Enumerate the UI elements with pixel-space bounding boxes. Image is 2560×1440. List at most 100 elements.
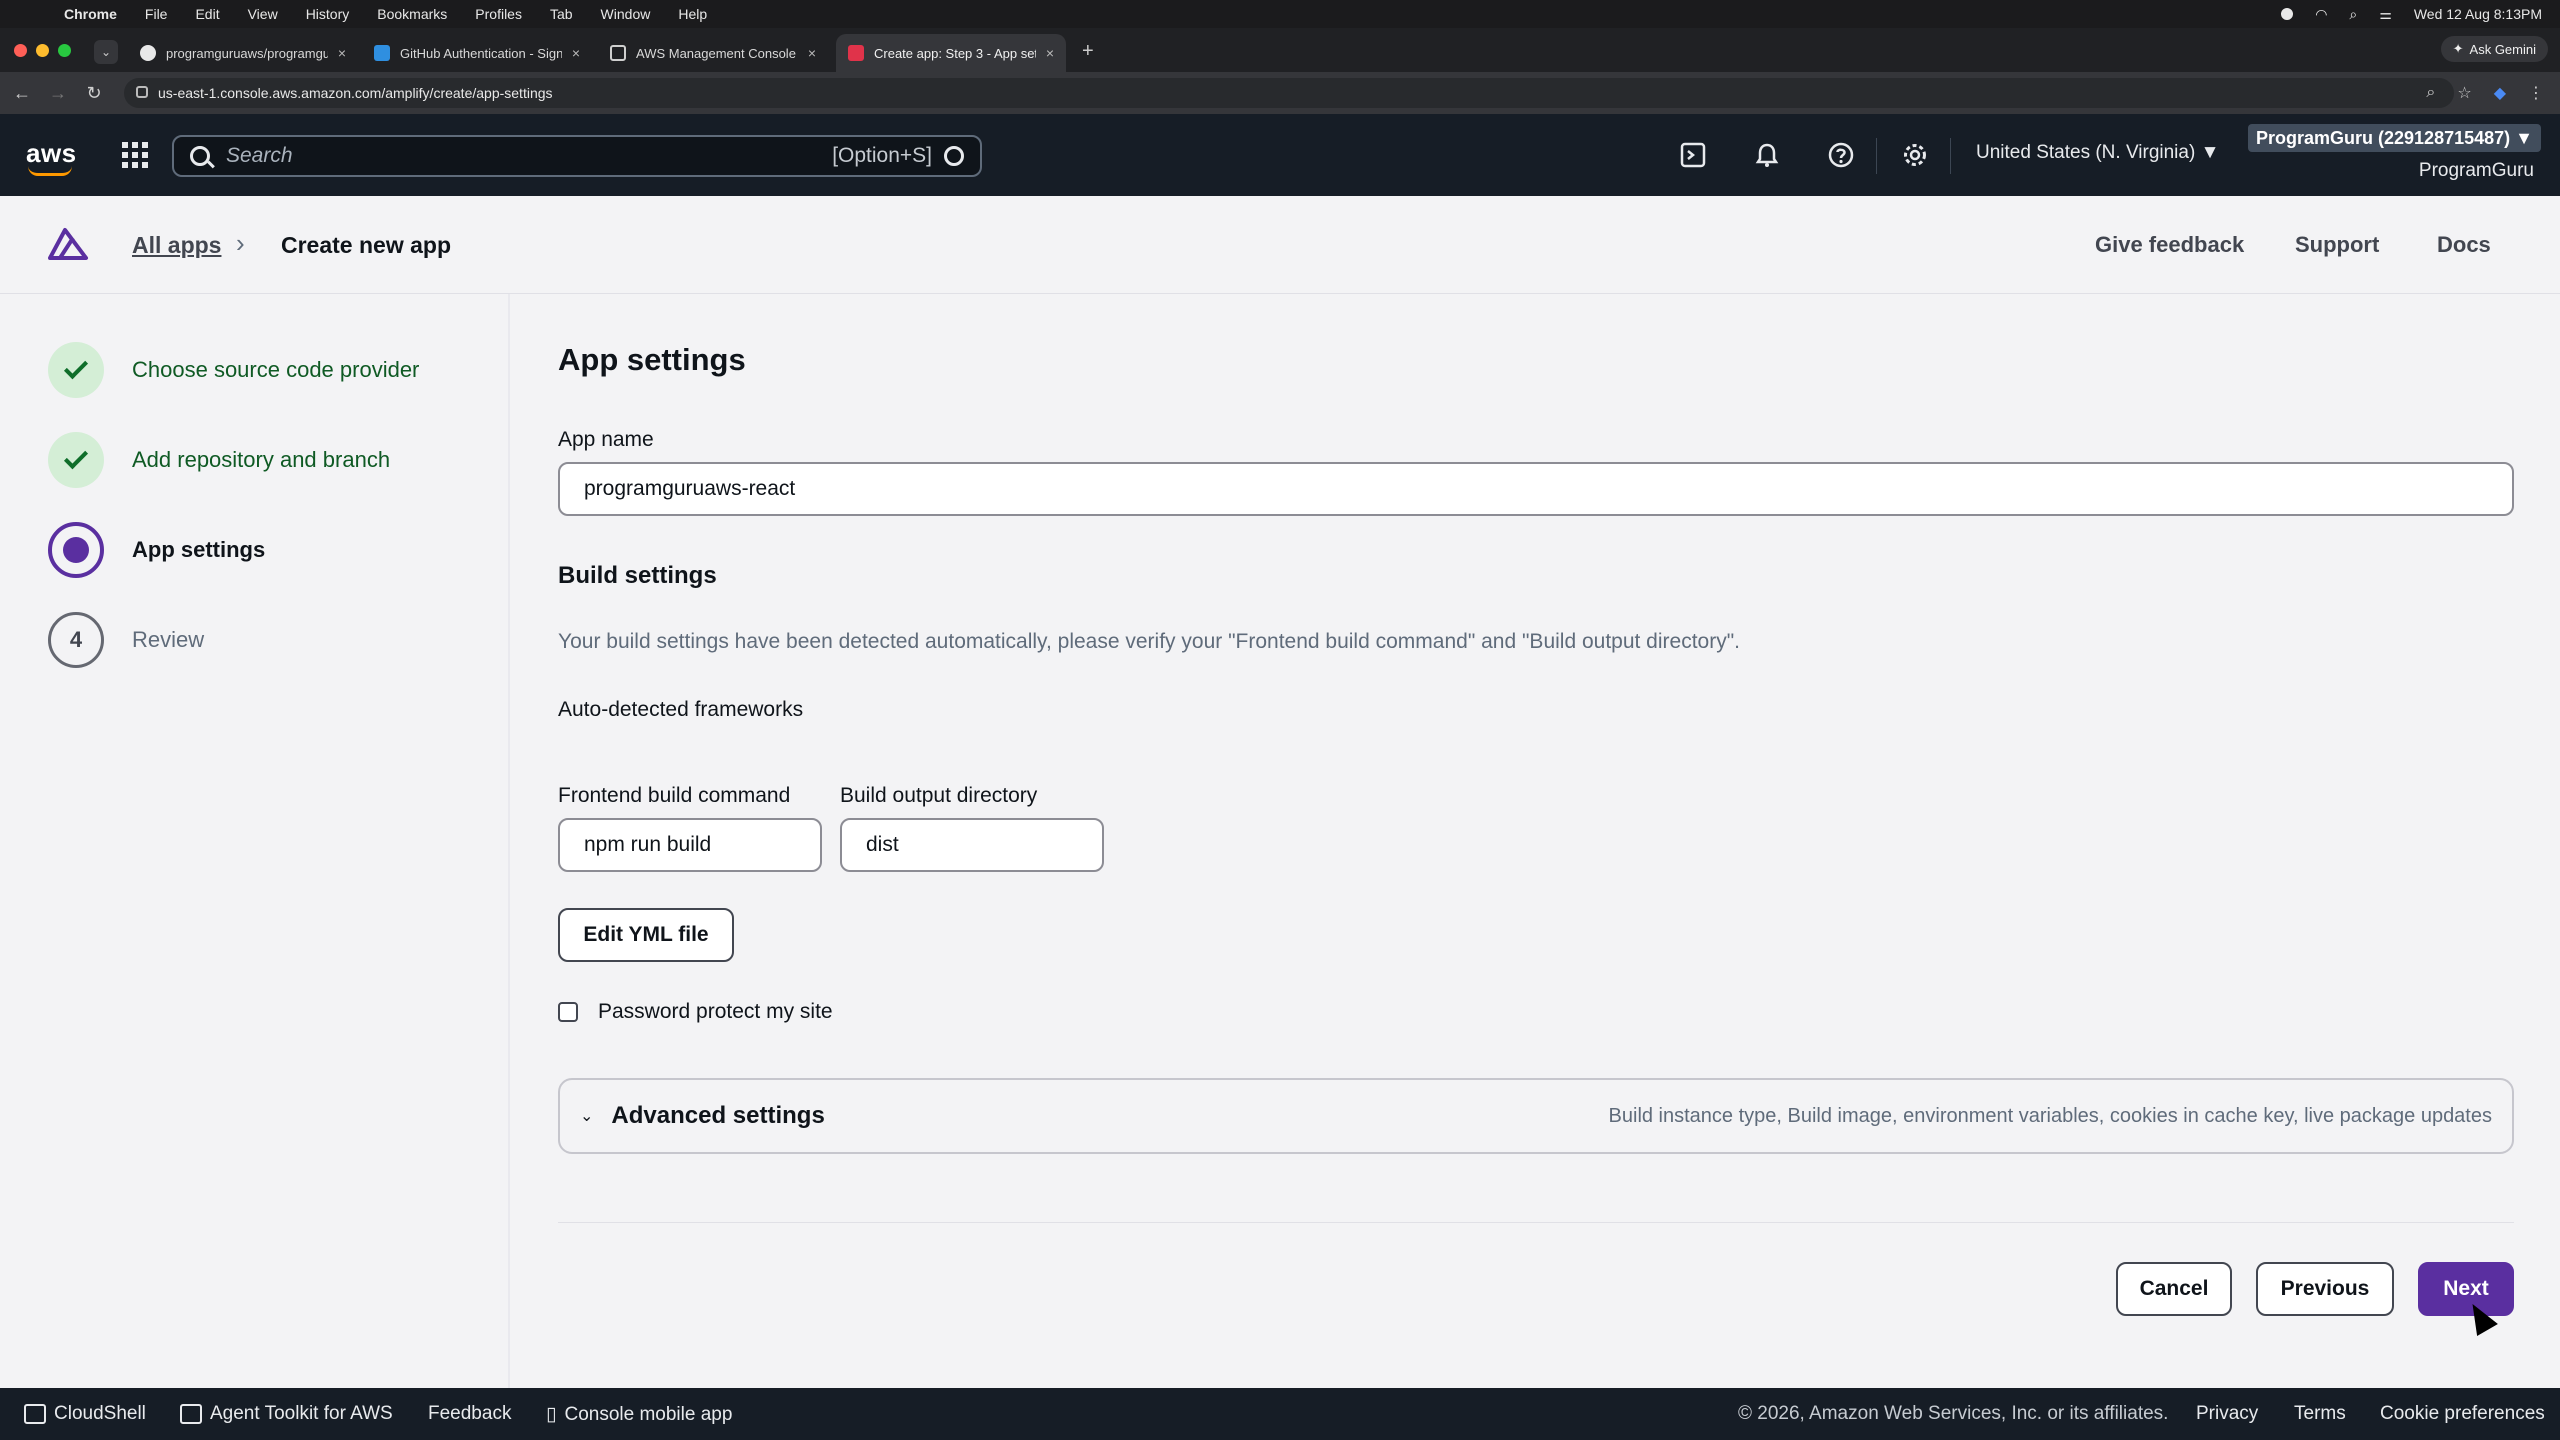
- cancel-button[interactable]: Cancel: [2116, 1262, 2232, 1316]
- menu-bookmarks[interactable]: Bookmarks: [377, 6, 447, 22]
- menu-app-name[interactable]: Chrome: [64, 6, 117, 22]
- menu-tab[interactable]: Tab: [550, 6, 573, 22]
- help-icon[interactable]: [1826, 140, 1856, 170]
- reload-icon[interactable]: ↻: [76, 83, 112, 104]
- forward-icon[interactable]: →: [40, 83, 76, 104]
- site-info-icon[interactable]: [136, 86, 148, 98]
- browser-tab-github[interactable]: programguruaws/programgu ×: [128, 34, 358, 72]
- menu-file[interactable]: File: [145, 6, 168, 22]
- account-menu[interactable]: ProgramGuru (229128715487) ▼: [2248, 124, 2541, 152]
- gemini-icon: ✦: [2452, 41, 2464, 56]
- advanced-settings-title: Advanced settings: [611, 1102, 825, 1129]
- previous-button[interactable]: Previous: [2256, 1262, 2394, 1316]
- cookie-preferences-link[interactable]: Cookie preferences: [2380, 1403, 2545, 1425]
- close-tab-icon[interactable]: ×: [338, 45, 346, 61]
- region-selector[interactable]: United States (N. Virginia) ▼: [1976, 142, 2219, 164]
- aws-search-input[interactable]: Search [Option+S]: [172, 135, 982, 177]
- menu-history[interactable]: History: [306, 6, 350, 22]
- password-protect-row[interactable]: Password protect my site: [558, 1000, 833, 1024]
- breadcrumb-all-apps[interactable]: All apps: [132, 232, 221, 259]
- toolkit-icon: [180, 1404, 202, 1424]
- console-mobile-app-link[interactable]: ▯ Console mobile app: [546, 1403, 732, 1426]
- aws-logo[interactable]: aws: [26, 138, 77, 176]
- menu-profiles[interactable]: Profiles: [475, 6, 522, 22]
- terms-link[interactable]: Terms: [2294, 1403, 2346, 1425]
- os-menubar: Chrome File Edit View History Bookmarks …: [0, 0, 2560, 28]
- extension-icon[interactable]: ◆: [2494, 83, 2506, 103]
- back-icon[interactable]: ←: [4, 83, 40, 104]
- record-icon[interactable]: [2281, 8, 2294, 20]
- address-bar[interactable]: us-east-1.console.aws.amazon.com/amplify…: [124, 78, 2454, 108]
- search-shortcut: [Option+S]: [832, 144, 932, 167]
- close-tab-icon[interactable]: ×: [808, 45, 816, 61]
- build-settings-description: Your build settings have been detected a…: [558, 630, 1740, 653]
- advanced-settings-expander[interactable]: ⌄ Advanced settings Build instance type,…: [558, 1078, 2514, 1154]
- github-icon: [140, 45, 156, 61]
- privacy-link[interactable]: Privacy: [2196, 1403, 2258, 1425]
- step-label: App settings: [132, 537, 266, 562]
- docs-link[interactable]: Docs: [2437, 232, 2491, 258]
- browser-tab-github-auth[interactable]: GitHub Authentication - Sign ×: [362, 34, 592, 72]
- menu-edit[interactable]: Edit: [195, 6, 219, 22]
- menu-view[interactable]: View: [248, 6, 278, 22]
- amplify-logo-icon[interactable]: [46, 224, 90, 262]
- browser-tab-create-app[interactable]: Create app: Step 3 - App sett ×: [836, 34, 1066, 72]
- menu-kebab-icon[interactable]: ⋮: [2528, 83, 2544, 103]
- search-icon: [190, 146, 210, 166]
- bookmark-star-icon[interactable]: ☆: [2457, 83, 2471, 103]
- support-link[interactable]: Support: [2295, 232, 2379, 258]
- browser-tabstrip: ⌄ programguruaws/programgu × GitHub Auth…: [0, 28, 2560, 72]
- close-tab-icon[interactable]: ×: [572, 45, 580, 61]
- step-complete-icon: [48, 342, 104, 398]
- cloudshell-footer-button[interactable]: CloudShell: [24, 1403, 146, 1425]
- aws-cube-icon: [610, 45, 626, 61]
- app-settings-form: App settings App name programguruaws-rea…: [512, 294, 2560, 1388]
- search-settings-icon[interactable]: [944, 146, 964, 166]
- output-dir-label: Build output directory: [840, 784, 1038, 807]
- step-add-repository[interactable]: Add repository and branch: [48, 430, 390, 490]
- edit-yml-button[interactable]: Edit YML file: [558, 908, 734, 962]
- step-choose-source[interactable]: Choose source code provider: [48, 340, 419, 400]
- app-name-input[interactable]: programguruaws-react: [558, 462, 2514, 516]
- url-text: us-east-1.console.aws.amazon.com/amplify…: [158, 85, 553, 101]
- browser-tab-aws-console[interactable]: AWS Management Console ×: [598, 34, 828, 72]
- agent-toolkit-label: Agent Toolkit for AWS: [210, 1403, 393, 1424]
- mobile-icon: ▯: [546, 1404, 557, 1425]
- vscode-icon: [374, 45, 390, 61]
- wizard-steps: Choose source code provider Add reposito…: [0, 294, 510, 1388]
- cloudshell-icon[interactable]: [1678, 140, 1708, 170]
- minimize-window-button[interactable]: [36, 44, 49, 57]
- menu-help[interactable]: Help: [678, 6, 707, 22]
- wifi-icon[interactable]: ◠: [2315, 6, 2327, 23]
- spotlight-icon[interactable]: ⌕: [2349, 6, 2357, 23]
- menu-window[interactable]: Window: [601, 6, 651, 22]
- services-grid-icon[interactable]: [122, 142, 148, 168]
- clock[interactable]: Wed 12 Aug 8:13PM: [2414, 6, 2542, 22]
- tab-title: programguruaws/programgu: [166, 45, 328, 61]
- control-center-icon[interactable]: ⚌: [2379, 6, 2392, 23]
- tab-title: Create app: Step 3 - App sett: [874, 45, 1036, 61]
- window-controls: [14, 44, 71, 57]
- frameworks-label: Auto-detected frameworks: [558, 698, 804, 721]
- step-number: 4: [48, 612, 104, 668]
- close-tab-icon[interactable]: ×: [1046, 45, 1054, 61]
- page-title: App settings: [558, 342, 746, 377]
- close-window-button[interactable]: [14, 44, 27, 57]
- output-dir-input[interactable]: dist: [840, 818, 1104, 872]
- step-label: Choose source code provider: [132, 357, 420, 382]
- cloudshell-label: CloudShell: [54, 1403, 146, 1424]
- breadcrumb-current: Create new app: [281, 232, 451, 258]
- zoom-window-button[interactable]: [58, 44, 71, 57]
- zoom-icon[interactable]: ⌕: [2426, 84, 2435, 102]
- tab-search-button[interactable]: ⌄: [94, 40, 118, 64]
- feedback-footer-link[interactable]: Feedback: [428, 1403, 511, 1425]
- agent-toolkit-button[interactable]: Agent Toolkit for AWS: [180, 1403, 393, 1425]
- new-tab-button[interactable]: +: [1082, 40, 1094, 63]
- settings-gear-icon[interactable]: [1900, 140, 1930, 170]
- ask-gemini-button[interactable]: ✦ Ask Gemini: [2440, 36, 2548, 62]
- notifications-bell-icon[interactable]: [1752, 140, 1782, 170]
- build-command-input[interactable]: npm run build: [558, 818, 822, 872]
- password-protect-checkbox[interactable]: [558, 1002, 578, 1022]
- advanced-settings-description: Build instance type, Build image, enviro…: [1608, 1104, 2492, 1127]
- give-feedback-link[interactable]: Give feedback: [2095, 232, 2244, 258]
